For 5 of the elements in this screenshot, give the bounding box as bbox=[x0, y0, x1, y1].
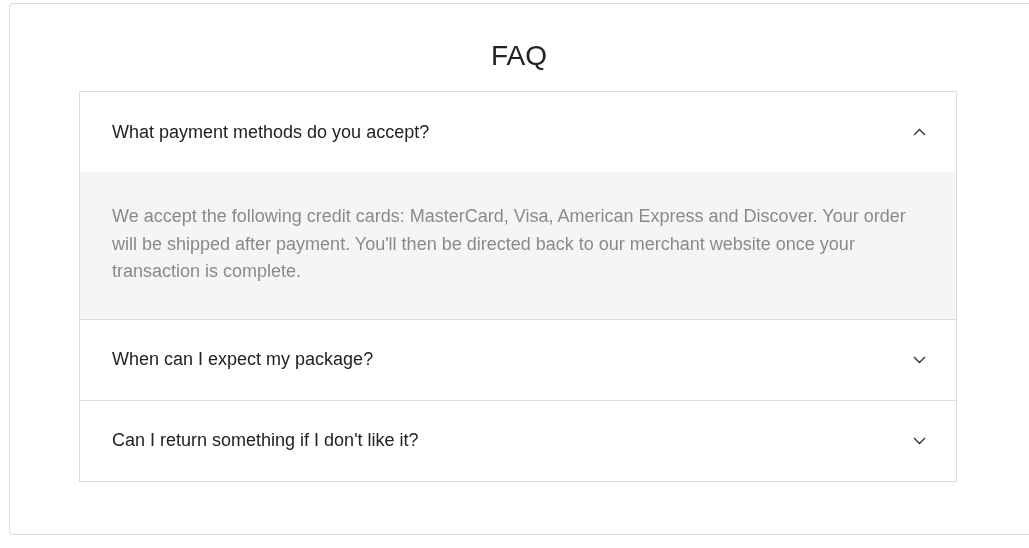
chevron-up-icon bbox=[913, 128, 926, 136]
chevron-down-icon bbox=[913, 436, 926, 445]
faq-answer: We accept the following credit cards: MasterCard, Visa, American Express and Discover. Your order will be shipped after payment. You'll then be directed back to our merchant website once your transaction is complete. bbox=[112, 205, 907, 283]
chevron-down-icon bbox=[913, 355, 926, 364]
page-title: FAQ bbox=[491, 39, 547, 73]
